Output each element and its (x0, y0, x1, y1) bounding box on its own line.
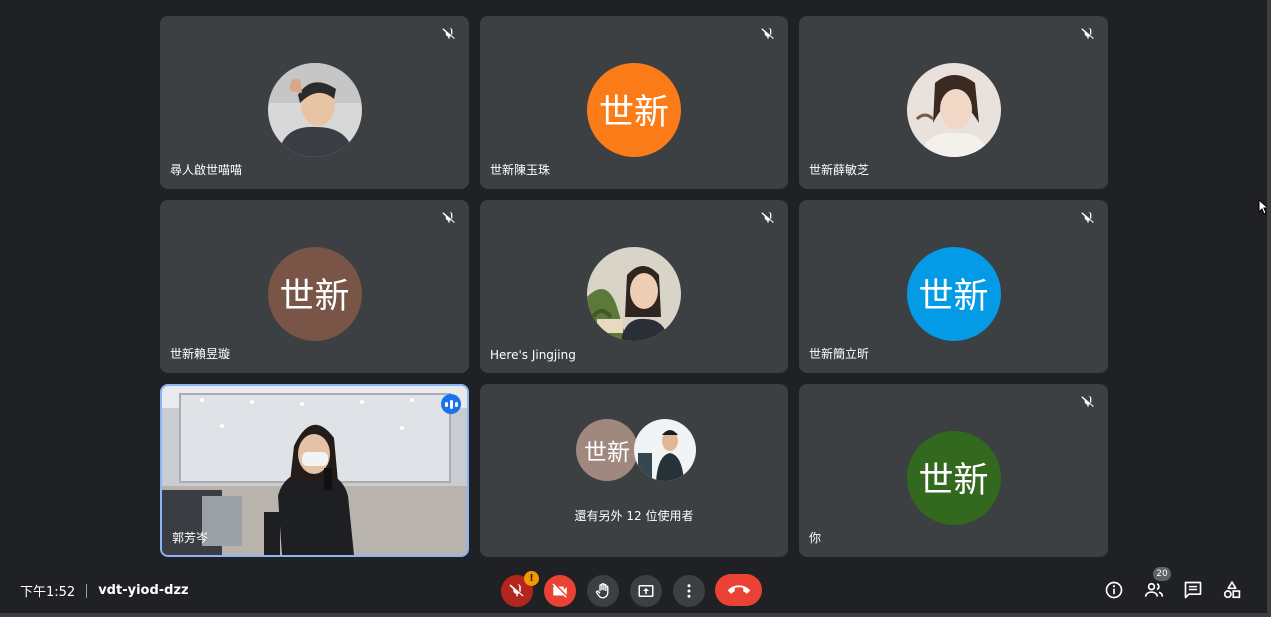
meeting-code: vdt-yiod-dzz (98, 583, 189, 598)
meet-stage: 尋人啟世喵喵 世新 世新陳玉珠 世新薛敏芝 世新 世新賴昱璇 Here's Ji… (0, 0, 1268, 613)
others-count-label: 還有另外 12 位使用者 (574, 509, 694, 523)
info-icon (1105, 581, 1123, 599)
participant-tile[interactable]: 世新薛敏芝 (799, 16, 1108, 189)
window-edge (1267, 0, 1271, 617)
participant-name: 郭芳岑 (172, 531, 209, 545)
more-options-button[interactable] (673, 575, 705, 607)
window-edge (0, 613, 1271, 617)
participant-name: 世新陳玉珠 (490, 163, 551, 177)
chat-icon (1184, 581, 1202, 599)
mic-off-icon (509, 584, 524, 597)
mic-off-icon (442, 27, 455, 39)
activities-icon (1223, 581, 1241, 599)
meeting-details: 下午1:52 vdt-yiod-dzz (20, 581, 189, 600)
chat-button[interactable] (1181, 578, 1205, 602)
activities-button[interactable] (1220, 578, 1244, 602)
camera-toggle-button[interactable] (544, 575, 576, 607)
people-icon (1144, 582, 1164, 597)
camera-off-icon (552, 583, 567, 598)
participant-name: Here's Jingjing (490, 348, 576, 362)
more-participants-tile[interactable]: 世新 還有另外 12 位使用者 (480, 384, 788, 557)
mic-off-icon (1081, 27, 1094, 39)
raise-hand-button[interactable] (587, 575, 619, 607)
mic-alert-badge: ! (524, 571, 539, 586)
participant-avatar: 世新 (587, 62, 681, 157)
participant-avatar: 世新 (906, 430, 1001, 525)
participant-tile-video[interactable]: 郭芳岑 (160, 384, 469, 557)
hang-up-icon (727, 585, 750, 594)
participant-avatar: 世新 (576, 419, 638, 481)
participant-name: 世新簡立昕 (809, 347, 870, 361)
present-screen-button[interactable] (630, 575, 662, 607)
speaking-indicator-icon (441, 394, 461, 414)
participant-name: 世新薛敏芝 (809, 163, 870, 177)
participant-avatar: 世新 (267, 246, 362, 341)
participant-photo (267, 62, 362, 157)
mic-off-icon (761, 27, 774, 39)
participant-photo (906, 62, 1001, 157)
mic-off-icon (442, 211, 455, 223)
clock-time: 下午1:52 (20, 585, 76, 600)
participant-tile[interactable]: Here's Jingjing (480, 200, 788, 373)
mic-off-icon (1081, 395, 1094, 407)
present-icon (638, 585, 654, 597)
participant-tile[interactable]: 世新 世新陳玉珠 (480, 16, 788, 189)
participant-photo (634, 419, 696, 481)
meeting-details-button[interactable] (1102, 578, 1126, 602)
participant-photo (587, 246, 681, 341)
mic-off-icon (1081, 211, 1094, 223)
divider (86, 583, 88, 598)
participant-name: 你 (809, 531, 822, 545)
participant-count-badge: 20 (1153, 567, 1171, 581)
others-avatars: 世新 (576, 419, 696, 483)
participant-tile-self[interactable]: 世新 你 (799, 384, 1108, 557)
leave-call-button[interactable] (715, 574, 762, 606)
participant-tile[interactable]: 世新 世新賴昱璇 (160, 200, 469, 373)
participant-tile[interactable]: 世新 世新簡立昕 (799, 200, 1108, 373)
raise-hand-icon (595, 582, 609, 599)
participant-name: 尋人啟世喵喵 (170, 163, 243, 177)
more-icon (687, 584, 691, 598)
mic-off-icon (761, 211, 774, 223)
participant-name: 世新賴昱璇 (170, 347, 231, 361)
participant-avatar: 世新 (906, 246, 1001, 341)
participant-tile[interactable]: 尋人啟世喵喵 (160, 16, 469, 189)
show-everyone-button[interactable] (1142, 578, 1166, 602)
